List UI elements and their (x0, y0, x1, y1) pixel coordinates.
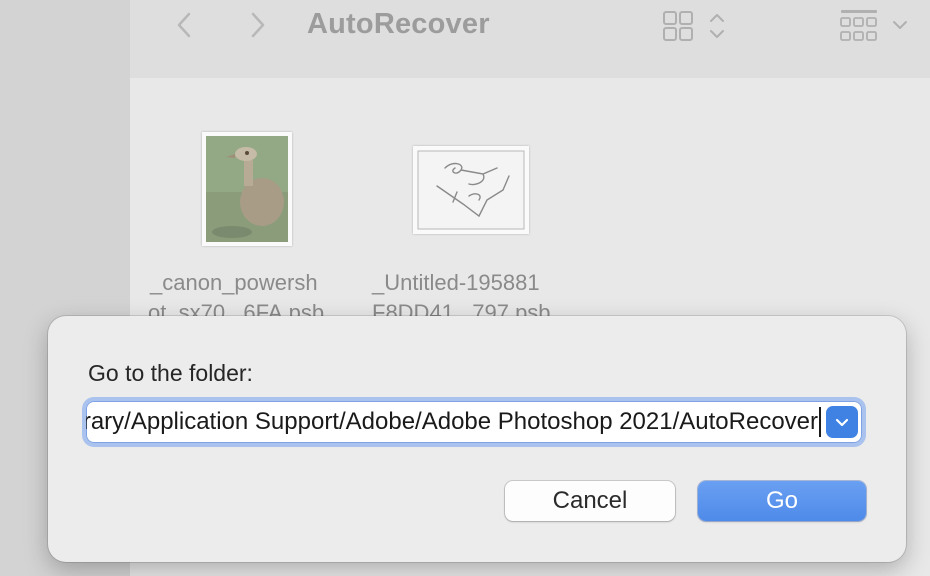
sketch-thumbnail (413, 146, 529, 234)
window-title: AutoRecover (307, 8, 490, 40)
text-caret (819, 407, 821, 437)
path-history-dropdown-button[interactable] (826, 406, 858, 438)
sketch-thumbnail-icon (417, 150, 525, 230)
chevron-right-icon (251, 12, 265, 38)
chevron-down-icon (835, 418, 849, 427)
back-button[interactable] (170, 10, 200, 40)
chevron-left-icon (177, 12, 191, 38)
icon-view-button[interactable] (662, 10, 732, 47)
file-name: _Untitled-195881 (372, 270, 540, 295)
go-to-folder-dialog: Go to the folder: ~/Library/Application … (48, 316, 906, 562)
dialog-label: Go to the folder: (88, 360, 253, 386)
screen: AutoRecover _canon_powersh ot_sx70...6FA… (0, 0, 930, 576)
grid-view-icon (663, 11, 724, 41)
group-grid-icon (840, 10, 907, 41)
file-name: _canon_powersh (150, 270, 318, 295)
folder-path-value[interactable]: ~/Library/Application Support/Adobe/Adob… (86, 408, 818, 436)
folder-path-input[interactable]: ~/Library/Application Support/Adobe/Adob… (86, 401, 862, 443)
toolbar: AutoRecover (130, 0, 930, 78)
bird-photo-thumbnail (202, 132, 292, 246)
photo-thumbnail-icon (206, 136, 288, 242)
group-view-button[interactable] (839, 8, 911, 49)
go-button[interactable]: Go (698, 481, 866, 521)
forward-button[interactable] (242, 10, 272, 40)
cancel-button[interactable]: Cancel (505, 481, 675, 521)
